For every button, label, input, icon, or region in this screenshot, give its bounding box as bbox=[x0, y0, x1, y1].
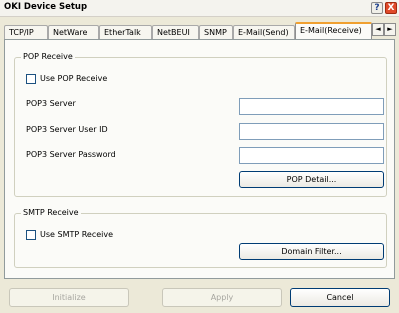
cancel-button[interactable]: Cancel bbox=[290, 288, 390, 307]
domain-filter-button[interactable]: Domain Filter... bbox=[239, 243, 384, 260]
pop-detail-button[interactable]: POP Detail... bbox=[239, 171, 384, 188]
tab-strip: TCP/IP NetWare EtherTalk NetBEUI SNMP E-… bbox=[4, 22, 399, 39]
tab-panel: POP Receive Use POP Receive POP3 Server … bbox=[4, 39, 395, 279]
tab-ethertalk[interactable]: EtherTalk bbox=[99, 25, 152, 39]
pop3-user-id-input[interactable] bbox=[239, 123, 384, 140]
pop3-server-label: POP3 Server bbox=[26, 99, 76, 108]
pop3-password-label: POP3 Server Password bbox=[26, 150, 116, 159]
use-smtp-receive-checkbox[interactable] bbox=[26, 230, 36, 240]
initialize-button[interactable]: Initialize bbox=[9, 288, 129, 307]
tab-netbeui[interactable]: NetBEUI bbox=[152, 25, 199, 39]
help-button[interactable]: ? bbox=[371, 2, 383, 14]
tab-netware[interactable]: NetWare bbox=[48, 25, 99, 39]
smtp-receive-legend: SMTP Receive bbox=[21, 208, 81, 217]
pop3-server-input[interactable] bbox=[239, 98, 384, 115]
tab-email-send[interactable]: E-Mail(Send) bbox=[233, 25, 295, 39]
use-smtp-receive-label: Use SMTP Receive bbox=[40, 230, 114, 239]
tab-email-receive[interactable]: E-Mail(Receive) bbox=[295, 22, 372, 39]
apply-button[interactable]: Apply bbox=[162, 288, 282, 307]
close-button[interactable]: X bbox=[385, 2, 397, 14]
window-title: OKI Device Setup bbox=[4, 2, 88, 12]
tab-scroll-right-icon[interactable]: ► bbox=[384, 23, 396, 36]
tab-snmp[interactable]: SNMP bbox=[199, 25, 233, 39]
use-pop-receive-checkbox[interactable] bbox=[26, 74, 36, 84]
tab-scroll-left-icon[interactable]: ◄ bbox=[372, 23, 384, 36]
title-bar: OKI Device Setup ? X bbox=[0, 0, 399, 17]
pop3-password-input[interactable] bbox=[239, 147, 384, 164]
use-pop-receive-label: Use POP Receive bbox=[40, 74, 108, 83]
pop-receive-legend: POP Receive bbox=[21, 52, 75, 61]
pop3-user-id-label: POP3 Server User ID bbox=[26, 125, 108, 134]
tab-tcpip[interactable]: TCP/IP bbox=[4, 25, 48, 39]
